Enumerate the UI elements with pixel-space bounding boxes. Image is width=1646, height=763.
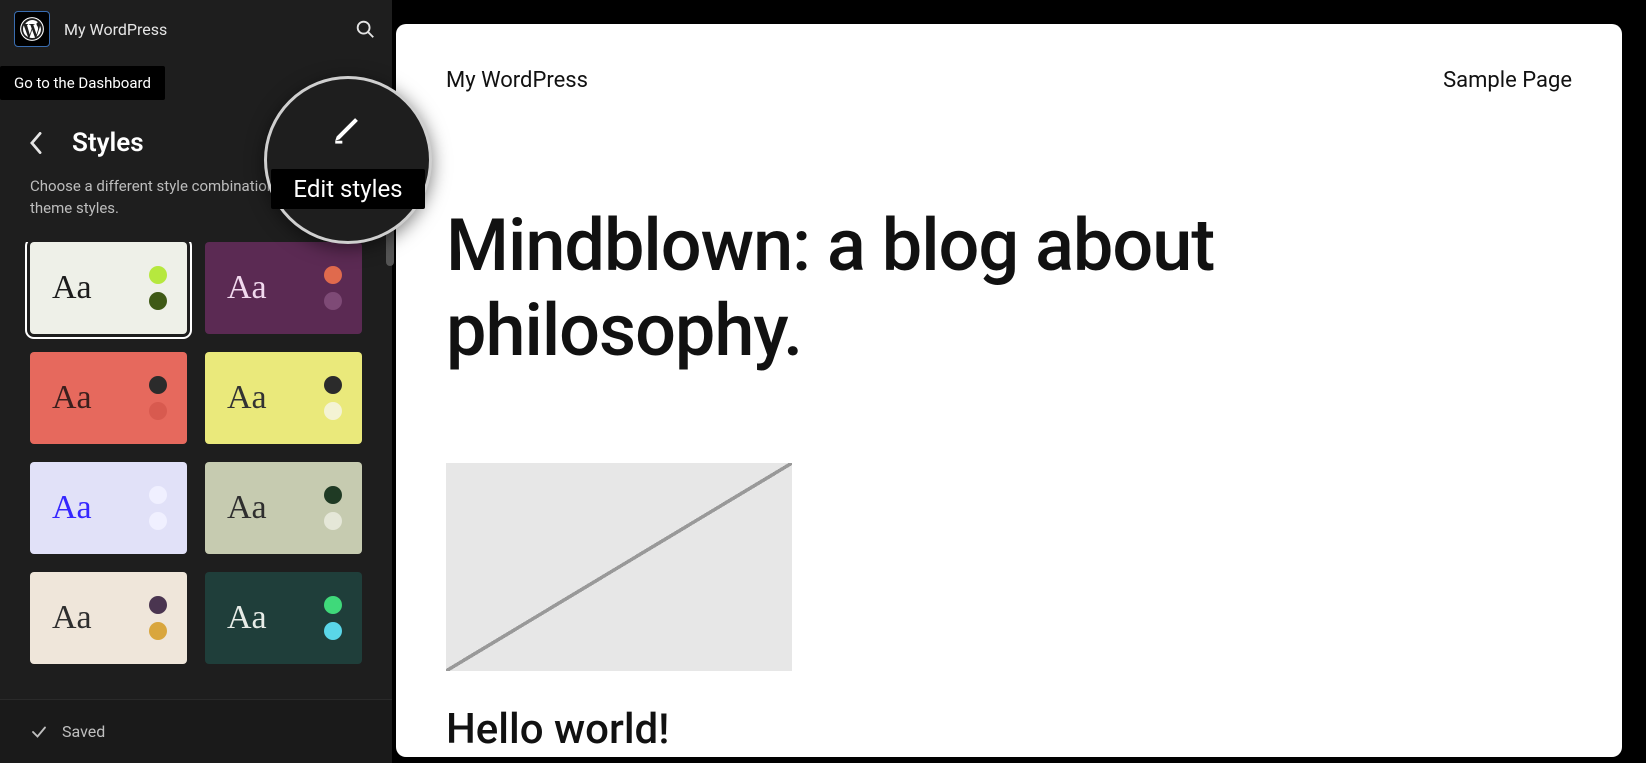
save-status: Saved — [62, 722, 105, 741]
preview-nav-link[interactable]: Sample Page — [1443, 68, 1572, 93]
preview-site-header: My WordPress Sample Page — [446, 68, 1572, 93]
style-swatch-1[interactable]: Aa — [205, 242, 362, 334]
search-button[interactable] — [352, 16, 378, 42]
swatch-sample-text: Aa — [227, 379, 267, 417]
style-swatch-3[interactable]: Aa — [205, 352, 362, 444]
sidebar-header: My WordPress — [0, 0, 392, 58]
dashboard-tooltip: Go to the Dashboard — [0, 66, 165, 100]
swatch-sample-text: Aa — [52, 599, 92, 637]
preview-site-brand[interactable]: My WordPress — [446, 68, 588, 93]
swatch-color-dots — [324, 376, 342, 420]
search-icon — [354, 18, 376, 40]
style-swatch-grid: Aa Aa Aa Aa Aa Aa Aa Aa — [0, 242, 392, 664]
style-swatch-0[interactable]: Aa — [30, 242, 187, 334]
site-preview-canvas[interactable]: My WordPress Sample Page Mindblown: a bl… — [396, 24, 1622, 757]
check-icon — [30, 723, 48, 741]
edit-styles-magnifier: Edit styles — [264, 76, 432, 244]
swatch-color-dots — [149, 486, 167, 530]
pencil-icon — [331, 111, 365, 145]
preview-post-title[interactable]: Hello world! — [446, 705, 1572, 754]
swatch-sample-text: Aa — [52, 379, 92, 417]
swatch-color-dots — [149, 596, 167, 640]
swatch-sample-text: Aa — [52, 269, 92, 307]
swatch-sample-text: Aa — [227, 489, 267, 527]
style-swatch-6[interactable]: Aa — [30, 572, 187, 664]
style-swatch-4[interactable]: Aa — [30, 462, 187, 554]
edit-styles-tooltip: Edit styles — [271, 169, 424, 209]
swatch-color-dots — [324, 266, 342, 310]
swatch-color-dots — [324, 486, 342, 530]
preview-hero-heading: Mindblown: a blog about philosophy. — [446, 203, 1572, 373]
panel-title: Styles — [72, 128, 144, 158]
sidebar-footer: Saved — [0, 699, 392, 763]
style-swatch-2[interactable]: Aa — [30, 352, 187, 444]
style-swatch-7[interactable]: Aa — [205, 572, 362, 664]
swatch-color-dots — [149, 266, 167, 310]
preview-featured-image-placeholder — [446, 463, 792, 671]
swatch-sample-text: Aa — [227, 599, 267, 637]
swatch-color-dots — [149, 376, 167, 420]
back-button[interactable] — [22, 129, 50, 157]
swatch-color-dots — [324, 596, 342, 640]
swatch-sample-text: Aa — [227, 269, 267, 307]
chevron-left-icon — [29, 132, 43, 154]
wordpress-icon — [19, 16, 45, 42]
style-swatch-5[interactable]: Aa — [205, 462, 362, 554]
site-title: My WordPress — [64, 20, 338, 39]
wordpress-logo-button[interactable] — [14, 11, 50, 47]
swatch-sample-text: Aa — [52, 489, 92, 527]
